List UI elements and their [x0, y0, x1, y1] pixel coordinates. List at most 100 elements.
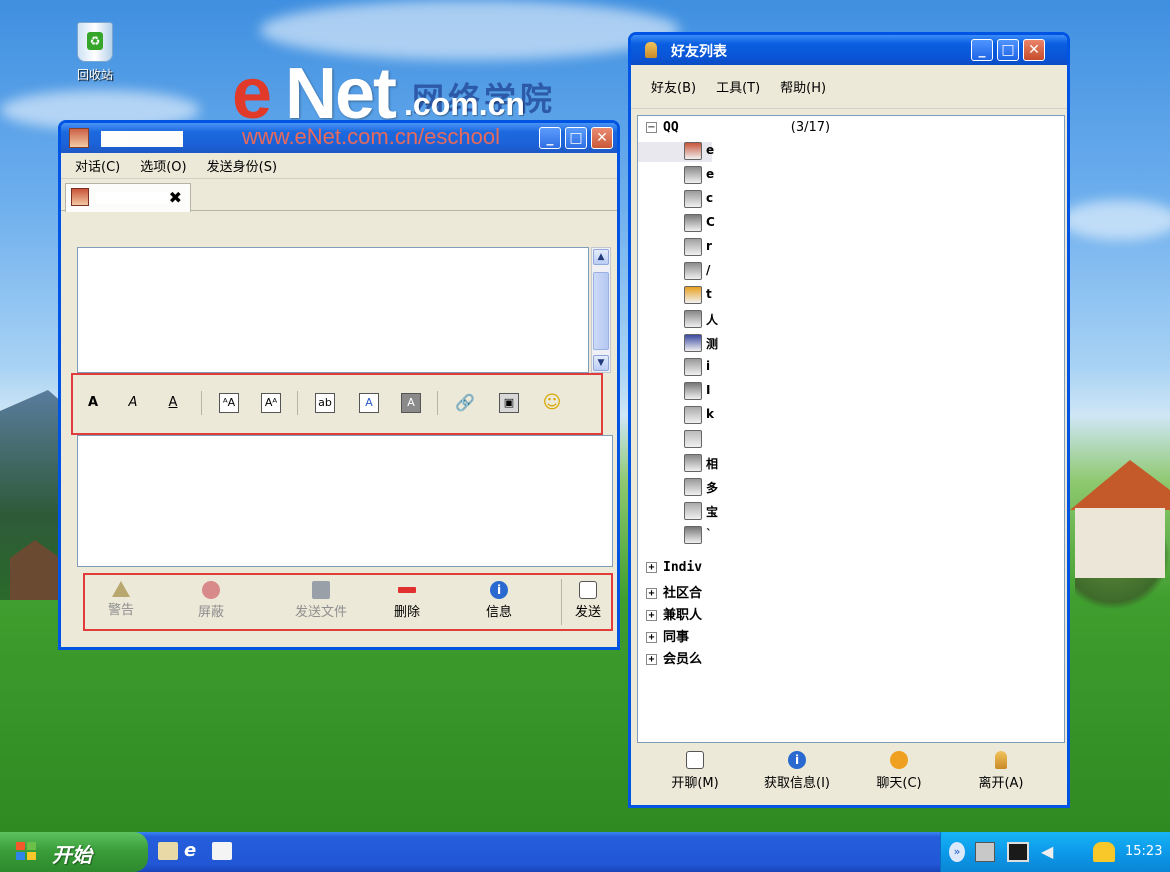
minimize-button[interactable]: _	[539, 127, 561, 149]
scroll-down-icon[interactable]: ▼	[593, 355, 609, 371]
buddy-name[interactable]: k	[706, 407, 714, 421]
warn-button[interactable]: 警告	[85, 581, 157, 618]
get-info-label: 获取信息(I)	[764, 776, 830, 791]
smiley-icon[interactable]: ☺	[541, 391, 563, 415]
buddy-avatar-icon[interactable]	[684, 358, 702, 376]
buddy-avatar-icon[interactable]	[684, 166, 702, 184]
grow-font-icon[interactable]: ᴬA	[219, 393, 239, 413]
send-button[interactable]: 发送	[561, 581, 615, 620]
group-row[interactable]: + 社区合	[646, 582, 702, 601]
menu-options[interactable]: 选项(O)	[140, 156, 186, 175]
buddy-name[interactable]: c	[706, 191, 713, 205]
group-row[interactable]: + Indiv	[646, 560, 702, 575]
maximize-button[interactable]: □	[565, 127, 587, 149]
buddy-name[interactable]: e	[706, 143, 714, 157]
buddy-name[interactable]: 人	[706, 311, 718, 328]
buddy-name[interactable]: 测	[706, 335, 718, 352]
qq-tray-icon[interactable]	[1093, 842, 1115, 862]
menu-send-as[interactable]: 发送身份(S)	[207, 156, 277, 175]
delete-button[interactable]: 删除	[371, 581, 443, 620]
group-row[interactable]: + 兼职人	[646, 604, 702, 623]
buddy-name[interactable]: `	[706, 527, 712, 541]
buddy-name[interactable]: 多	[706, 479, 718, 496]
away-button[interactable]: 离开(A)	[951, 751, 1051, 791]
message-input[interactable]	[77, 435, 613, 567]
buddy-name[interactable]: r	[706, 239, 712, 253]
buddy-avatar-icon[interactable]	[684, 526, 702, 544]
expand-tray-icon[interactable]: »	[949, 842, 965, 862]
buddy-avatar-icon[interactable]	[684, 478, 702, 496]
maximize-button[interactable]: □	[997, 39, 1019, 61]
expand-icon[interactable]: +	[646, 654, 657, 665]
message-history[interactable]	[77, 247, 589, 373]
buddy-avatar-icon[interactable]	[684, 454, 702, 472]
scroll-up-icon[interactable]: ▲	[593, 249, 609, 265]
expand-icon[interactable]: +	[646, 562, 657, 573]
shrink-font-icon[interactable]: Aᴬ	[261, 393, 281, 413]
im-button[interactable]: 开聊(M)	[645, 751, 745, 791]
collapse-icon[interactable]: −	[646, 122, 657, 133]
outlook-express-icon[interactable]	[212, 842, 232, 860]
volume-icon[interactable]: ◀	[1041, 842, 1057, 862]
buddy-avatar-icon[interactable]	[684, 142, 702, 160]
internet-explorer-icon[interactable]: e	[184, 842, 204, 860]
taskbar: 开始 e » ◀ 15:23	[0, 832, 1170, 872]
keyboard-icon[interactable]	[975, 842, 995, 862]
buddy-name[interactable]: 相	[706, 455, 718, 472]
font-face-icon[interactable]: ab	[315, 393, 335, 413]
italic-button[interactable]: A	[125, 391, 141, 415]
buddy-avatar-icon[interactable]	[684, 334, 702, 352]
buddy-avatar-icon[interactable]	[684, 190, 702, 208]
buddy-avatar-icon[interactable]	[684, 406, 702, 424]
network-icon[interactable]	[1007, 842, 1029, 862]
minimize-button[interactable]: _	[971, 39, 993, 61]
block-button[interactable]: 屏蔽	[175, 581, 247, 620]
expand-icon[interactable]: +	[646, 632, 657, 643]
history-scrollbar[interactable]: ▲ ▼	[591, 247, 611, 373]
underline-button[interactable]: A	[165, 391, 181, 415]
buddy-name[interactable]: e	[706, 167, 714, 181]
close-button[interactable]: ✕	[1023, 39, 1045, 61]
menu-tools[interactable]: 工具(T)	[716, 77, 760, 96]
menu-help[interactable]: 帮助(H)	[780, 77, 826, 96]
link-icon[interactable]: 🔗	[455, 391, 475, 415]
group-row[interactable]: − QQ (3/17)	[646, 120, 830, 135]
buddy-avatar-icon[interactable]	[684, 286, 702, 304]
menu-conversation[interactable]: 对话(C)	[75, 156, 120, 175]
buddy-name[interactable]: /	[706, 263, 710, 277]
buddy-avatar-icon[interactable]	[684, 214, 702, 232]
close-button[interactable]: ✕	[591, 127, 613, 149]
recycle-bin[interactable]: ♻ 回收站	[60, 22, 130, 83]
expand-icon[interactable]: +	[646, 610, 657, 621]
foreground-color-icon[interactable]: A	[359, 393, 379, 413]
buddy-name[interactable]: i	[706, 359, 710, 373]
menu-buddies[interactable]: 好友(B)	[651, 77, 696, 96]
info-button[interactable]: i 信息	[463, 581, 535, 620]
buddy-avatar-icon[interactable]	[684, 430, 702, 448]
expand-icon[interactable]: +	[646, 588, 657, 599]
buddy-name[interactable]: I	[706, 383, 710, 397]
buddy-name[interactable]: t	[706, 287, 712, 301]
tab-close-icon[interactable]: ✖	[169, 188, 182, 207]
buddy-avatar-icon[interactable]	[684, 238, 702, 256]
group-row[interactable]: + 同事	[646, 626, 689, 645]
scroll-thumb[interactable]	[593, 272, 609, 350]
start-button[interactable]: 开始	[0, 832, 148, 872]
group-row[interactable]: + 会员么	[646, 648, 702, 667]
buddy-titlebar[interactable]: 好友列表 _ □ ✕	[631, 35, 1067, 65]
info-icon: i	[490, 581, 508, 599]
conversation-tab[interactable]: ✖	[65, 183, 191, 212]
image-icon[interactable]: ▣	[499, 393, 519, 413]
background-color-icon[interactable]: A	[401, 393, 421, 413]
buddy-avatar-icon[interactable]	[684, 310, 702, 328]
send-file-button[interactable]: 发送文件	[271, 581, 371, 620]
buddy-avatar-icon[interactable]	[684, 382, 702, 400]
buddy-name[interactable]: 宝	[706, 503, 718, 520]
buddy-avatar-icon[interactable]	[684, 262, 702, 280]
chat-button[interactable]: 聊天(C)	[849, 751, 949, 791]
buddy-name[interactable]: C	[706, 215, 715, 229]
buddy-avatar-icon[interactable]	[684, 502, 702, 520]
show-desktop-icon[interactable]	[158, 842, 178, 860]
bold-button[interactable]: A	[85, 391, 101, 415]
get-info-button[interactable]: i 获取信息(I)	[747, 751, 847, 791]
